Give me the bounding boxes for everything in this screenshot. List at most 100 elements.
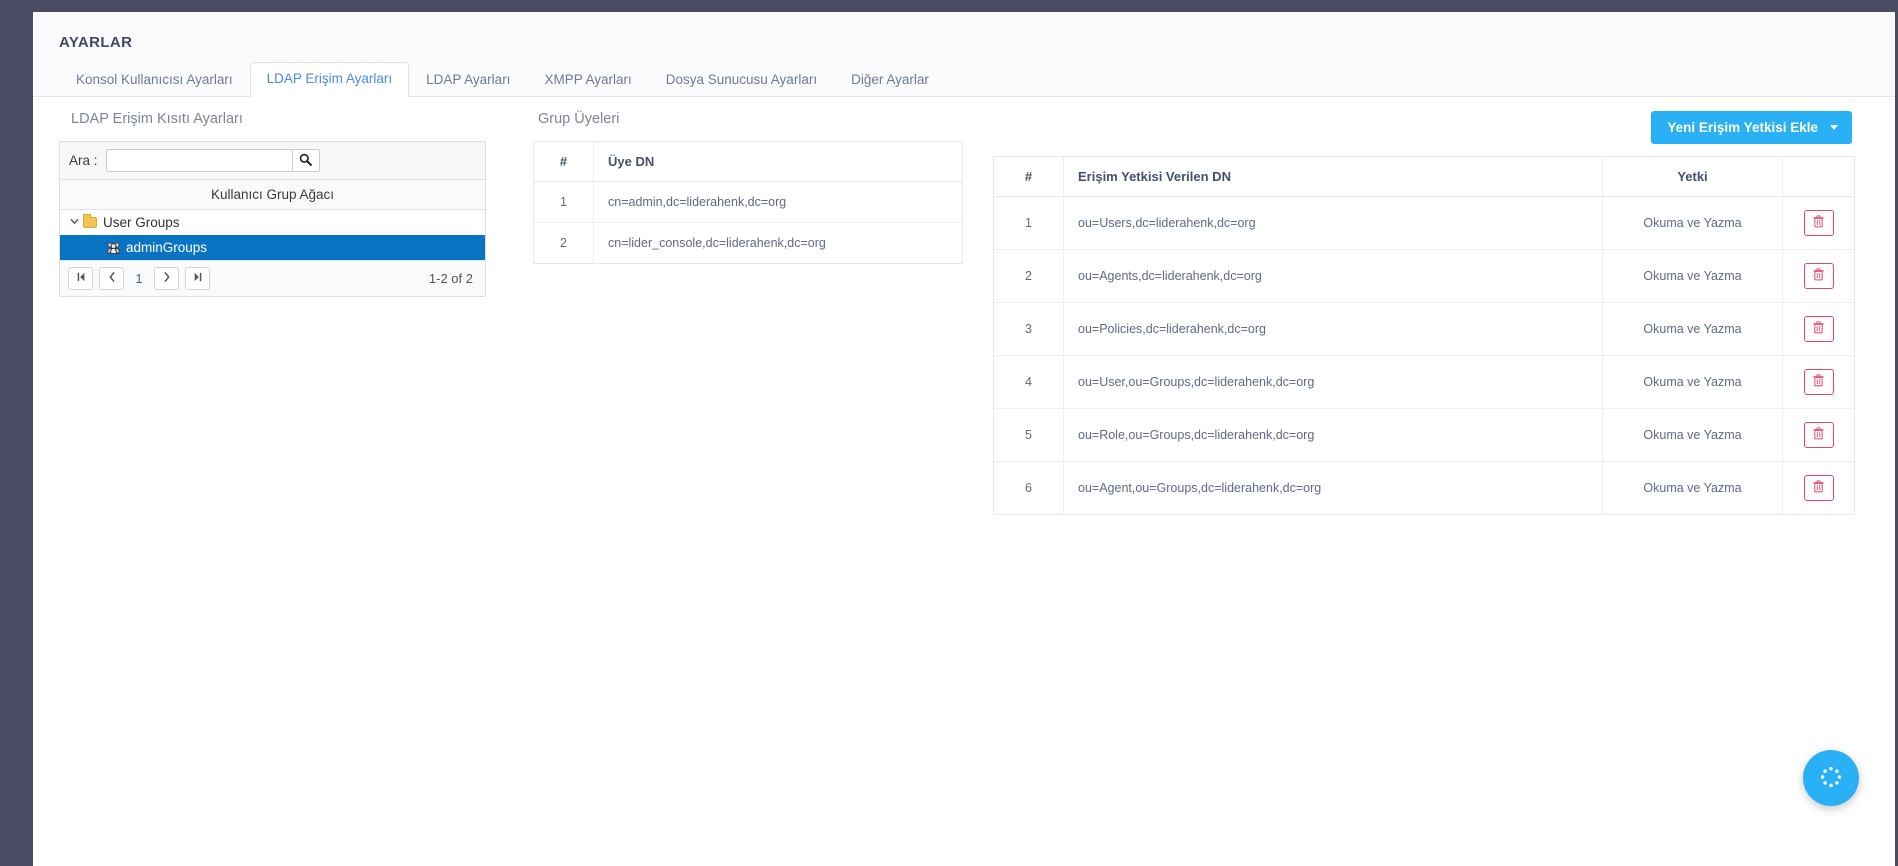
tab-0[interactable]: Konsol Kullanıcısı Ayarları xyxy=(59,63,250,97)
tab-5[interactable]: Diğer Ayarlar xyxy=(834,63,946,97)
delete-row-button[interactable] xyxy=(1804,316,1834,342)
tree-node-0[interactable]: User Groups xyxy=(60,210,485,235)
page-title: AYARLAR xyxy=(59,34,1895,51)
row-index: 2 xyxy=(994,250,1064,303)
row-index: 1 xyxy=(534,182,594,223)
ldap-restriction-section-label: LDAP Erişim Kısıtı Ayarları xyxy=(71,111,503,127)
tree-node-label: adminGroups xyxy=(126,240,207,255)
pagination-page-1[interactable]: 1 xyxy=(130,271,148,286)
actions-cell xyxy=(1783,409,1855,462)
table-row: 3ou=Policies,dc=liderahenk,dc=orgOkuma v… xyxy=(994,303,1855,356)
tree-header: Kullanıcı Grup Ağacı xyxy=(60,180,485,210)
tree-node-1[interactable]: adminGroups xyxy=(60,235,485,260)
table-row: 5ou=Role,ou=Groups,dc=liderahenk,dc=orgO… xyxy=(994,409,1855,462)
trash-icon xyxy=(1813,321,1824,337)
tab-bar-wrap: Konsol Kullanıcısı Ayarları LDAP Erişim A… xyxy=(33,61,1895,97)
row-index: 4 xyxy=(994,356,1064,409)
trash-icon xyxy=(1813,268,1824,284)
group-members-table-body: 1cn=admin,dc=liderahenk,dc=org2cn=lider_… xyxy=(534,182,963,264)
column-header-member-dn: Üye DN xyxy=(594,142,963,182)
pagination-prev-button[interactable] xyxy=(99,267,124,290)
column-header-index: # xyxy=(534,142,594,182)
table-row: 6ou=Agent,ou=Groups,dc=liderahenk,dc=org… xyxy=(994,462,1855,515)
delete-row-button[interactable] xyxy=(1804,422,1834,448)
group-icon xyxy=(107,242,120,254)
table-row: 4ou=User,ou=Groups,dc=liderahenk,dc=orgO… xyxy=(994,356,1855,409)
actions-cell xyxy=(1783,356,1855,409)
tab-2[interactable]: LDAP Ayarları xyxy=(409,63,527,97)
group-members-table: # Üye DN 1cn=admin,dc=liderahenk,dc=org2… xyxy=(533,141,963,264)
tab-bar: Konsol Kullanıcısı Ayarları LDAP Erişim A… xyxy=(33,61,1895,97)
right-panel-toolbar: Yeni Erişim Yetkisi Ekle xyxy=(993,111,1855,144)
trash-icon xyxy=(1813,215,1824,231)
trash-icon xyxy=(1813,480,1824,496)
delete-row-button[interactable] xyxy=(1804,210,1834,236)
tab-label: Diğer Ayarlar xyxy=(851,72,929,87)
right-column: Yeni Erişim Yetkisi Ekle # Erişim Yetkis… xyxy=(963,97,1895,866)
loading-spinner-icon xyxy=(1818,764,1844,793)
tab-label: Dosya Sunucusu Ayarları xyxy=(666,72,817,87)
user-group-tree-panel: Ara : Kullanıcı Grup Ağacı xyxy=(59,141,486,297)
group-members-section-label: Grup Üyeleri xyxy=(538,111,963,127)
delete-row-button[interactable] xyxy=(1804,263,1834,289)
tree-pagination: 1 xyxy=(60,260,485,296)
last-page-icon xyxy=(193,272,203,285)
tab-4[interactable]: Dosya Sunucusu Ayarları xyxy=(649,63,834,97)
add-access-permission-label: Yeni Erişim Yetkisi Ekle xyxy=(1667,120,1818,135)
granted-dn-cell: ou=Users,dc=liderahenk,dc=org xyxy=(1064,197,1603,250)
search-button[interactable] xyxy=(292,149,320,172)
member-dn-cell: cn=admin,dc=liderahenk,dc=org xyxy=(594,182,963,223)
delete-row-button[interactable] xyxy=(1804,475,1834,501)
add-access-permission-button[interactable]: Yeni Erişim Yetkisi Ekle xyxy=(1651,111,1852,144)
search-label: Ara : xyxy=(69,153,98,168)
actions-cell xyxy=(1783,462,1855,515)
permission-cell: Okuma ve Yazma xyxy=(1603,356,1783,409)
chevron-left-icon xyxy=(108,272,116,285)
first-page-icon xyxy=(76,272,86,285)
tab-3[interactable]: XMPP Ayarları xyxy=(527,63,648,97)
tab-label: LDAP Erişim Ayarları xyxy=(267,71,393,86)
pagination-next-button[interactable] xyxy=(154,267,179,290)
search-icon xyxy=(299,153,312,169)
granted-dn-cell: ou=Agents,dc=liderahenk,dc=org xyxy=(1064,250,1603,303)
column-header-index: # xyxy=(994,157,1064,197)
app-root: AYARLAR Konsol Kullanıcısı Ayarları LDAP … xyxy=(0,0,1898,866)
granted-dn-cell: ou=Role,ou=Groups,dc=liderahenk,dc=org xyxy=(1064,409,1603,462)
tree-node-label: User Groups xyxy=(103,215,180,230)
permission-cell: Okuma ve Yazma xyxy=(1603,303,1783,356)
tab-1[interactable]: LDAP Erişim Ayarları xyxy=(250,62,410,97)
tree-node-list: User Groups adminGroups xyxy=(60,210,485,260)
row-index: 3 xyxy=(994,303,1064,356)
search-input[interactable] xyxy=(106,149,292,172)
delete-row-button[interactable] xyxy=(1804,369,1834,395)
pagination-first-button[interactable] xyxy=(68,267,93,290)
chat-support-fab-button[interactable] xyxy=(1803,750,1859,806)
actions-cell xyxy=(1783,197,1855,250)
column-header-permission: Yetki xyxy=(1603,157,1783,197)
tab-label: LDAP Ayarları xyxy=(426,72,510,87)
column-header-actions xyxy=(1783,157,1855,197)
table-header-row: # Erişim Yetkisi Verilen DN Yetki xyxy=(994,157,1855,197)
chevron-down-icon xyxy=(1830,125,1838,130)
pagination-last-button[interactable] xyxy=(185,267,210,290)
table-row: 2cn=lider_console,dc=liderahenk,dc=org xyxy=(534,223,963,264)
actions-cell xyxy=(1783,250,1855,303)
chevron-right-icon xyxy=(163,272,171,285)
access-permissions-table: # Erişim Yetkisi Verilen DN Yetki 1ou=Us… xyxy=(993,156,1855,515)
row-index: 1 xyxy=(994,197,1064,250)
granted-dn-cell: ou=User,ou=Groups,dc=liderahenk,dc=org xyxy=(1064,356,1603,409)
permission-cell: Okuma ve Yazma xyxy=(1603,197,1783,250)
access-table-body: 1ou=Users,dc=liderahenk,dc=orgOkuma ve Y… xyxy=(994,197,1855,515)
chevron-down-icon[interactable] xyxy=(70,217,83,229)
permission-cell: Okuma ve Yazma xyxy=(1603,250,1783,303)
member-dn-cell: cn=lider_console,dc=liderahenk,dc=org xyxy=(594,223,963,264)
table-row: 1cn=admin,dc=liderahenk,dc=org xyxy=(534,182,963,223)
table-row: 1ou=Users,dc=liderahenk,dc=orgOkuma ve Y… xyxy=(994,197,1855,250)
folder-icon xyxy=(83,217,97,228)
access-table-head: # Erişim Yetkisi Verilen DN Yetki xyxy=(994,157,1855,197)
permission-cell: Okuma ve Yazma xyxy=(1603,409,1783,462)
pagination-count-label: 1-2 of 2 xyxy=(429,271,477,286)
permission-cell: Okuma ve Yazma xyxy=(1603,462,1783,515)
tab-label: Konsol Kullanıcısı Ayarları xyxy=(76,72,233,87)
tree-search-row: Ara : xyxy=(60,142,485,180)
